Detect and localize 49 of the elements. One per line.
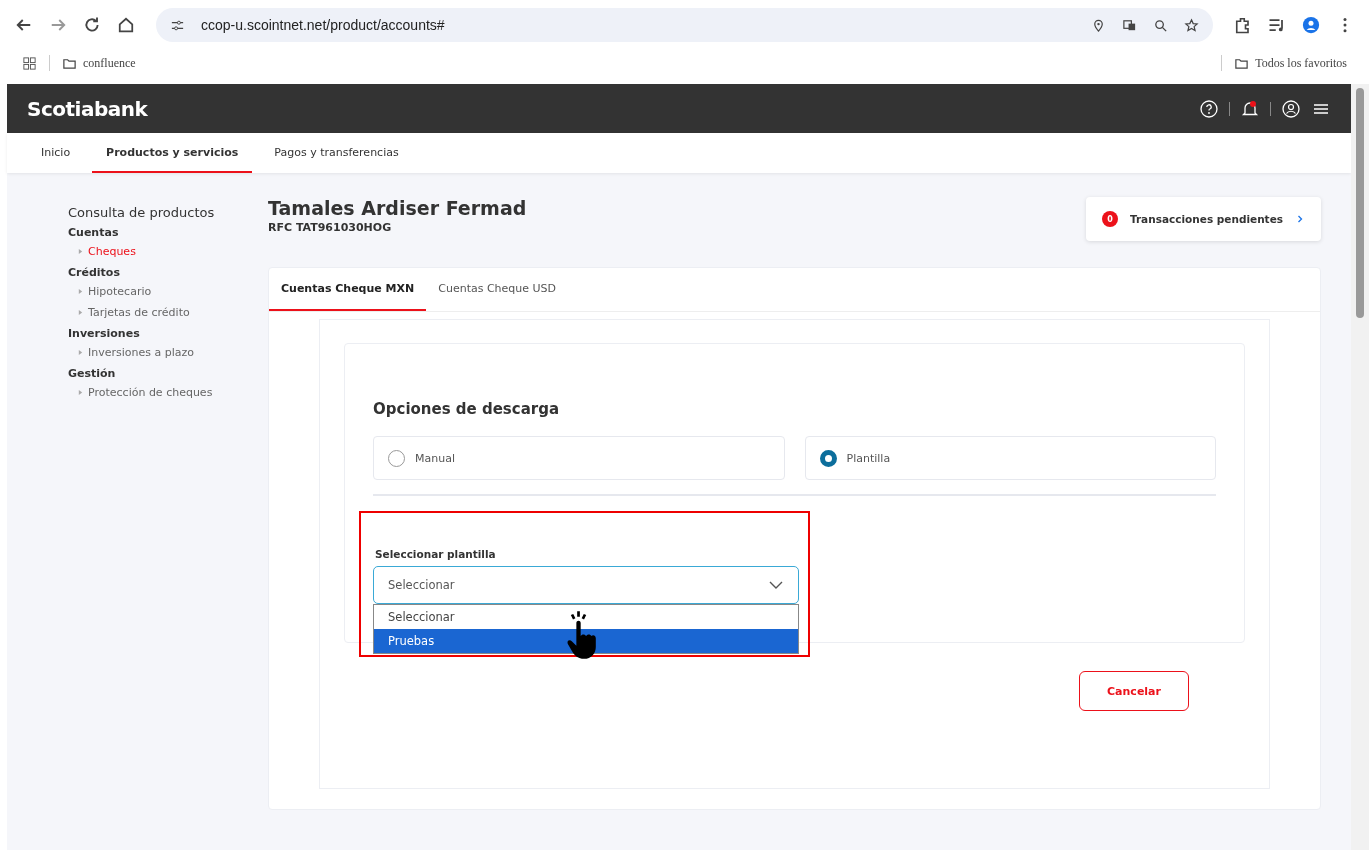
apps-icon[interactable]: [22, 55, 37, 71]
bookmark-folder[interactable]: Todos los favoritos: [1234, 55, 1347, 71]
chevron-right-icon: [1295, 214, 1305, 224]
account-tab[interactable]: Cuentas Cheque USD: [426, 268, 569, 311]
help-icon[interactable]: [1199, 98, 1219, 119]
triangle-right-icon: [78, 288, 83, 295]
sidebar-item[interactable]: Protección de cheques: [68, 383, 238, 404]
radio-option[interactable]: Manual: [373, 436, 785, 480]
location-pin-icon[interactable]: [1091, 17, 1106, 33]
profile-icon[interactable]: [1301, 15, 1321, 35]
template-select[interactable]: Seleccionar: [373, 566, 799, 604]
customer-name: Tamales Ardiser Fermad: [268, 197, 527, 219]
sidebar-group: Créditos: [68, 266, 238, 279]
section-title: Opciones de descarga: [373, 400, 561, 418]
sidebar-item[interactable]: Inversiones a plazo: [68, 343, 238, 364]
sidebar-item[interactable]: Cheques: [68, 242, 238, 263]
nav-tab[interactable]: Productos y servicios: [92, 133, 253, 173]
dropdown-option[interactable]: Seleccionar: [374, 605, 798, 629]
triangle-right-icon: [78, 309, 83, 316]
address-bar[interactable]: ccop-u.scointnet.net/product/accounts#: [156, 8, 1213, 42]
triangle-right-icon: [78, 349, 83, 356]
star-icon[interactable]: [1184, 17, 1199, 33]
radio-button[interactable]: [819, 449, 837, 467]
nav-tab[interactable]: Pagos y transferencias: [260, 133, 413, 173]
home-icon[interactable]: [116, 15, 136, 35]
sidebar-item[interactable]: Hipotecario: [68, 282, 238, 303]
sidebar-group: Cuentas: [68, 226, 238, 239]
sidebar-group: Gestión: [68, 367, 238, 380]
brand-logo[interactable]: Scotiabank: [27, 96, 148, 121]
translate-icon[interactable]: [1122, 17, 1137, 33]
nav-tab[interactable]: Inicio: [27, 133, 85, 173]
account-tab[interactable]: Cuentas Cheque MXN: [269, 268, 427, 311]
field-label: Seleccionar plantilla: [375, 548, 497, 560]
bookmark-folder[interactable]: confluence: [62, 55, 136, 71]
customer-rfc: RFC TAT961030HOG: [268, 221, 393, 234]
radio-option[interactable]: Plantilla: [804, 436, 1216, 480]
sidebar-group: Inversiones: [68, 327, 238, 340]
sidebar-item[interactable]: Tarjetas de crédito: [68, 303, 238, 324]
cancel-button[interactable]: Cancelar: [1079, 671, 1189, 711]
user-icon[interactable]: [1281, 98, 1301, 119]
triangle-right-icon: [78, 389, 83, 396]
chevron-down-icon: [768, 580, 784, 590]
scrollbar[interactable]: [1351, 84, 1369, 850]
triangle-right-icon: [78, 248, 83, 255]
zoom-icon[interactable]: [1153, 17, 1168, 33]
dropdown-option[interactable]: Pruebas: [374, 629, 798, 653]
sidebar-title: Consulta de productos: [68, 205, 216, 220]
pending-transactions-button[interactable]: 0 Transacciones pendientes: [1085, 197, 1321, 241]
count-badge: 0: [1101, 211, 1118, 227]
